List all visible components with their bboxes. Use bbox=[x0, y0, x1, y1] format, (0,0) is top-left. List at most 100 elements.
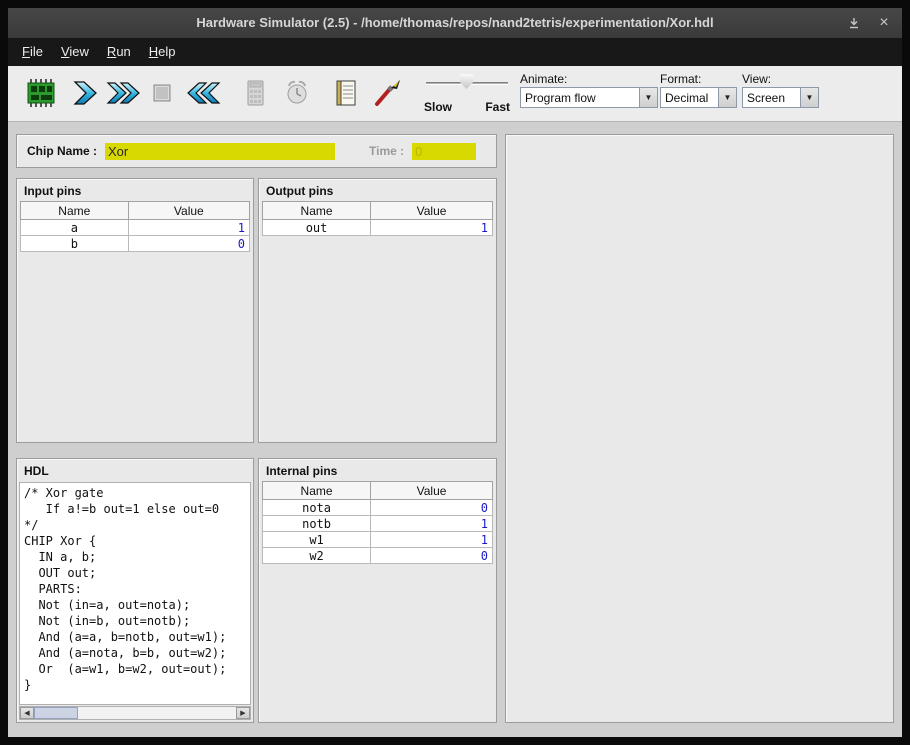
hdl-horizontal-scrollbar[interactable]: ◀ ▶ bbox=[19, 706, 251, 720]
chip-icon bbox=[25, 78, 57, 108]
pin-row: out 1 bbox=[263, 220, 493, 236]
pin-value: 0 bbox=[371, 500, 493, 516]
pin-value: 1 bbox=[371, 220, 493, 236]
slider-slow-label: Slow bbox=[424, 100, 452, 114]
pin-row: w1 1 bbox=[263, 532, 493, 548]
column-header-name: Name bbox=[21, 202, 129, 220]
clear-button[interactable] bbox=[368, 74, 406, 112]
internal-pins-table: Name Value nota 0 notb 1 w1 1 bbox=[262, 481, 493, 564]
column-header-name: Name bbox=[263, 482, 371, 500]
brush-icon bbox=[372, 78, 402, 108]
view-value: Screen bbox=[743, 88, 800, 107]
pin-value[interactable]: 1 bbox=[128, 220, 249, 236]
main-area: Chip Name : Xor Time : 0 Input pins Name… bbox=[8, 122, 902, 737]
output-pins-table: Name Value out 1 bbox=[262, 201, 493, 236]
script-button[interactable] bbox=[327, 74, 365, 112]
title-bar[interactable]: Hardware Simulator (2.5) - /home/thomas/… bbox=[8, 8, 902, 38]
animate-select[interactable]: Program flow ▼ bbox=[520, 87, 658, 108]
column-header-name: Name bbox=[263, 202, 371, 220]
input-pins-panel: Input pins Name Value a 1 b 0 bbox=[16, 178, 254, 443]
chevron-down-icon: ▼ bbox=[806, 93, 814, 102]
pin-name: w1 bbox=[263, 532, 371, 548]
chip-name-field[interactable]: Xor bbox=[105, 143, 335, 160]
slider-labels: Slow Fast bbox=[424, 100, 510, 114]
clock-button bbox=[278, 74, 316, 112]
window-title: Hardware Simulator (2.5) - /home/thomas/… bbox=[8, 8, 902, 38]
column-header-value: Value bbox=[371, 202, 493, 220]
hdl-code-area: /* Xor gate If a!=b out=1 else out=0 */ … bbox=[19, 482, 251, 705]
load-chip-button[interactable] bbox=[22, 74, 60, 112]
minimize-icon bbox=[848, 17, 860, 29]
calculator-button bbox=[236, 74, 274, 112]
slider-fast-label: Fast bbox=[485, 100, 510, 114]
hdl-code: /* Xor gate If a!=b out=1 else out=0 */ … bbox=[20, 483, 250, 695]
pin-name: nota bbox=[263, 500, 371, 516]
pin-name: out bbox=[263, 220, 371, 236]
time-label: Time : bbox=[369, 144, 404, 158]
close-icon: × bbox=[879, 14, 888, 32]
pin-name: b bbox=[21, 236, 129, 252]
format-value: Decimal bbox=[661, 88, 718, 107]
menu-bar: File View Run Help bbox=[8, 38, 902, 66]
input-pins-title: Input pins bbox=[17, 179, 253, 200]
format-dropdown-button[interactable]: ▼ bbox=[718, 88, 736, 107]
format-label: Format: bbox=[660, 72, 701, 86]
single-step-button[interactable] bbox=[65, 74, 103, 112]
reset-button[interactable] bbox=[185, 74, 223, 112]
input-pins-table: Name Value a 1 b 0 bbox=[20, 201, 250, 252]
scroll-right-button[interactable]: ▶ bbox=[236, 707, 250, 719]
speed-slider[interactable]: Slow Fast bbox=[424, 72, 510, 116]
scroll-left-button[interactable]: ◀ bbox=[20, 707, 34, 719]
menu-item-help[interactable]: Help bbox=[140, 38, 185, 66]
stop-button bbox=[143, 74, 181, 112]
internal-pins-title: Internal pins bbox=[259, 459, 496, 480]
clock-icon bbox=[282, 78, 312, 108]
app-window: Hardware Simulator (2.5) - /home/thomas/… bbox=[8, 8, 902, 737]
format-select[interactable]: Decimal ▼ bbox=[660, 87, 737, 108]
animate-value: Program flow bbox=[521, 88, 639, 107]
rewind-icon bbox=[187, 78, 221, 108]
chip-name-bar: Chip Name : Xor Time : 0 bbox=[16, 134, 497, 168]
pin-name: notb bbox=[263, 516, 371, 532]
scroll-left-icon: ◀ bbox=[24, 710, 29, 717]
pin-name: a bbox=[21, 220, 129, 236]
calculator-icon bbox=[240, 78, 270, 108]
chip-name-label: Chip Name : bbox=[27, 144, 97, 158]
pin-row: a 1 bbox=[21, 220, 250, 236]
pin-value: 0 bbox=[371, 548, 493, 564]
run-button[interactable] bbox=[104, 74, 142, 112]
slider-thumb[interactable] bbox=[460, 74, 473, 89]
output-pins-panel: Output pins Name Value out 1 bbox=[258, 178, 497, 443]
scroll-thumb[interactable] bbox=[34, 707, 78, 719]
pin-name: w2 bbox=[263, 548, 371, 564]
window-controls: × bbox=[842, 8, 896, 38]
pin-row: notb 1 bbox=[263, 516, 493, 532]
animate-dropdown-button[interactable]: ▼ bbox=[639, 88, 657, 107]
single-step-icon bbox=[69, 78, 99, 108]
internal-pins-panel: Internal pins Name Value nota 0 notb bbox=[258, 458, 497, 723]
scroll-track[interactable] bbox=[34, 707, 236, 719]
view-label: View: bbox=[742, 72, 771, 86]
stop-icon bbox=[147, 78, 177, 108]
menu-item-view[interactable]: View bbox=[52, 38, 98, 66]
book-icon bbox=[331, 78, 361, 108]
view-dropdown-button[interactable]: ▼ bbox=[800, 88, 818, 107]
minimize-button[interactable] bbox=[842, 11, 866, 35]
column-header-value: Value bbox=[128, 202, 249, 220]
close-button[interactable]: × bbox=[872, 11, 896, 35]
hdl-title: HDL bbox=[17, 459, 253, 480]
output-pins-title: Output pins bbox=[259, 179, 496, 200]
view-select[interactable]: Screen ▼ bbox=[742, 87, 819, 108]
pin-value[interactable]: 0 bbox=[128, 236, 249, 252]
menu-item-file[interactable]: File bbox=[13, 38, 52, 66]
pin-row: b 0 bbox=[21, 236, 250, 252]
pin-row: nota 0 bbox=[263, 500, 493, 516]
column-header-value: Value bbox=[371, 482, 493, 500]
pin-row: w2 0 bbox=[263, 548, 493, 564]
fast-forward-icon bbox=[106, 78, 140, 108]
animate-label: Animate: bbox=[520, 72, 567, 86]
screen-view-panel bbox=[505, 134, 894, 723]
chevron-down-icon: ▼ bbox=[724, 93, 732, 102]
menu-item-run[interactable]: Run bbox=[98, 38, 140, 66]
scroll-right-icon: ▶ bbox=[240, 710, 245, 717]
